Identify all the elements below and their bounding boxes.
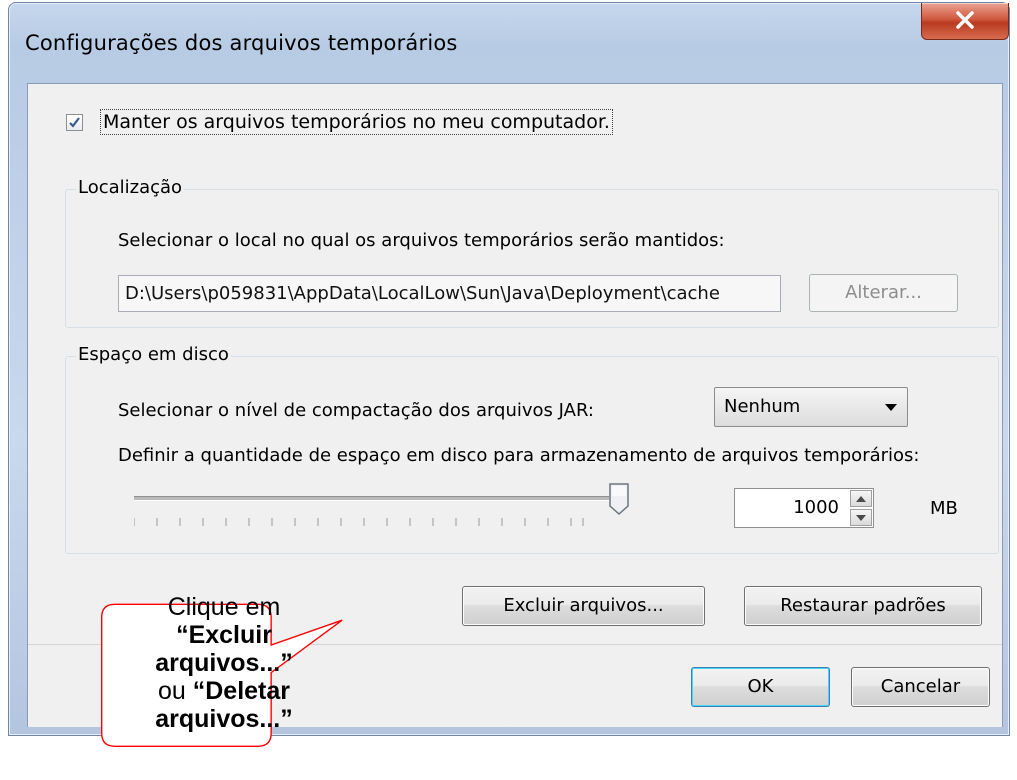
callout-line-1: Clique em — [167, 593, 281, 621]
dialog-title: Configurações dos arquivos temporários — [25, 31, 458, 55]
chevron-down-icon — [885, 404, 897, 411]
spin-up-button[interactable] — [850, 490, 872, 507]
disk-amount-label: Definir a quantidade de espaço em disco … — [118, 445, 920, 466]
arrow-up-icon — [856, 496, 866, 502]
disk-space-group: Espaço em disco Selecionar o nível de co… — [65, 344, 999, 554]
change-location-button[interactable]: Alterar... — [809, 274, 958, 312]
cache-path-field: D:\Users\p059831\AppData\LocalLow\Sun\Ja… — [118, 275, 781, 312]
keep-files-label[interactable]: Manter os arquivos temporários no meu co… — [100, 109, 613, 135]
arrow-down-icon — [856, 515, 866, 521]
callout-line-5: arquivos...” — [155, 705, 293, 733]
compression-select[interactable]: Nenhum — [714, 387, 908, 427]
slider-thumb[interactable] — [608, 482, 630, 516]
restore-defaults-button[interactable]: Restaurar padrões — [744, 586, 982, 626]
location-group-label: Localização — [76, 177, 185, 198]
checkmark-icon — [69, 117, 80, 128]
disk-space-group-label: Espaço em disco — [76, 344, 231, 365]
spin-down-button[interactable] — [850, 509, 872, 526]
slider-track — [134, 496, 609, 501]
compression-label: Selecionar o nível de compactação dos ar… — [118, 400, 594, 421]
location-prompt: Selecionar o local no qual os arquivos t… — [118, 230, 725, 251]
delete-files-button[interactable]: Excluir arquivos... — [462, 586, 705, 626]
cancel-button[interactable]: Cancelar — [851, 667, 990, 707]
close-icon — [956, 11, 974, 29]
keep-files-checkbox[interactable] — [66, 114, 83, 131]
slider-ticks — [134, 518, 584, 526]
ok-button[interactable]: OK — [691, 667, 830, 707]
unit-label: MB — [930, 498, 958, 519]
location-group: Localização Selecionar o local no qual o… — [65, 177, 999, 328]
callout-line-3: arquivos...” — [155, 649, 293, 677]
callout-line-4: ou “Deletar — [157, 677, 291, 705]
disk-space-spinner — [850, 490, 872, 526]
close-button[interactable] — [921, 3, 1009, 40]
callout-line-2: “Excluir — [176, 621, 272, 649]
callout-text: Clique em “Excluir arquivos...” ou “Dele… — [103, 593, 345, 733]
compression-value: Nenhum — [724, 396, 801, 417]
